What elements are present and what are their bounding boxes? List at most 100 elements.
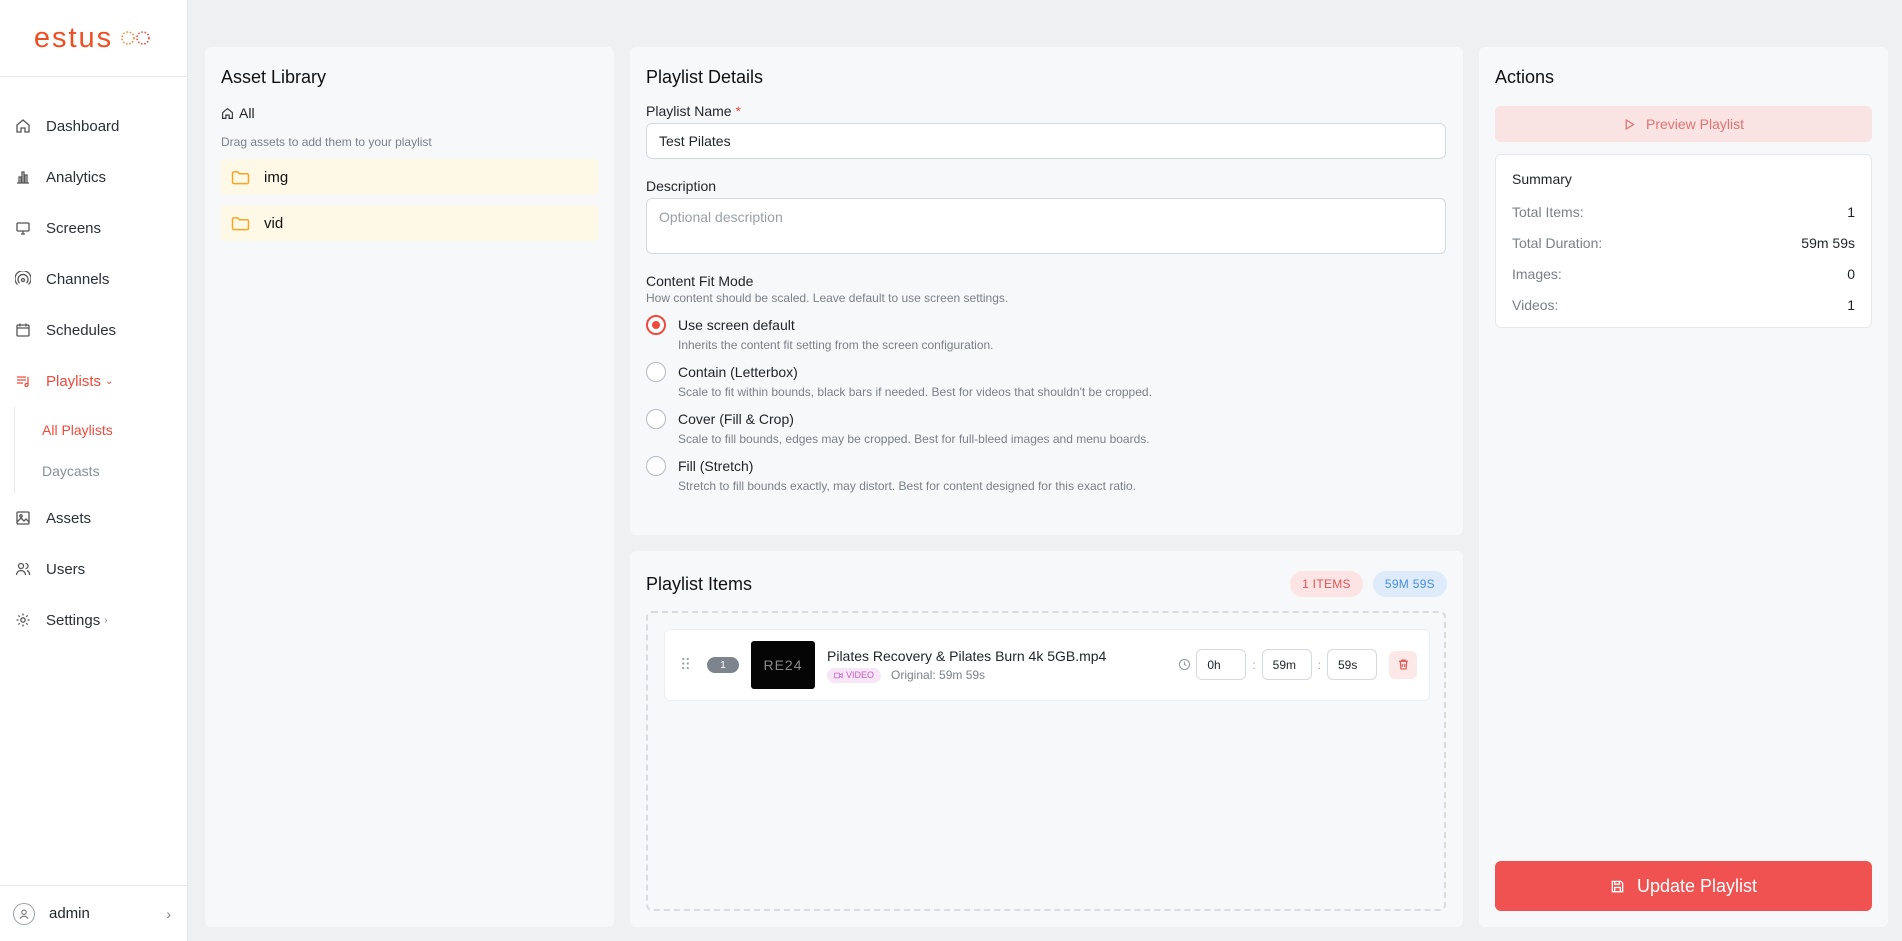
logo-mark-icon <box>121 31 150 45</box>
playlist-item-row[interactable]: 1 RE24 Pilates Recovery & Pilates Burn 4… <box>664 629 1430 701</box>
user-avatar-icon <box>13 902 35 925</box>
sidebar-item-label: Analytics <box>46 169 107 186</box>
sidebar: estus Dashboard Analytics Screens Channe… <box>0 0 188 941</box>
sidebar-item-playlists[interactable]: Playlists ⌄ <box>0 356 187 407</box>
sidebar-item-users[interactable]: Users <box>0 544 187 595</box>
playlist-icon <box>15 373 33 391</box>
summary-value: 59m 59s <box>1801 234 1855 251</box>
sidebar-item-analytics[interactable]: Analytics <box>0 152 187 203</box>
button-label: Update Playlist <box>1636 875 1758 896</box>
items-badges: 1 ITEMS 59M 59S <box>1290 571 1447 597</box>
label-text: Playlist Name <box>646 103 732 119</box>
image-icon <box>15 510 33 528</box>
preview-playlist-button[interactable]: Preview Playlist <box>1495 106 1872 142</box>
summary-row: Total Duration: 59m 59s <box>1512 227 1855 258</box>
folder-name: img <box>264 168 289 186</box>
original-duration: Original: 59m 59s <box>891 668 986 682</box>
item-meta: VIDEO Original: 59m 59s <box>827 667 1106 683</box>
items-header: Playlist Items 1 ITEMS 59M 59S <box>646 571 1447 597</box>
option-title: Contain (Letterbox) <box>678 364 798 380</box>
actions-panel: Actions Preview Playlist Summary Total I… <box>1479 47 1888 927</box>
duration-editor: 0h : 59m : 59s <box>1178 649 1417 680</box>
sidebar-item-label: Channels <box>46 271 110 288</box>
fit-option-contain[interactable]: Contain (Letterbox) Scale to fit within … <box>646 362 1447 399</box>
calendar-icon <box>15 322 33 340</box>
sidebar-item-channels[interactable]: Channels <box>0 254 187 305</box>
sidebar-item-settings[interactable]: Settings › <box>0 595 187 646</box>
logo[interactable]: estus <box>0 0 187 77</box>
save-icon <box>1611 880 1624 892</box>
option-title: Cover (Fill & Crop) <box>678 411 794 427</box>
radio-button[interactable] <box>646 456 666 476</box>
seconds-input[interactable]: 59s <box>1327 649 1377 680</box>
duration-separator: : <box>1252 657 1256 672</box>
radio-button[interactable] <box>646 315 666 335</box>
sidebar-item-assets[interactable]: Assets <box>0 493 187 544</box>
summary-key: Images: <box>1512 265 1562 282</box>
folder-item[interactable]: vid <box>221 205 598 241</box>
button-label: Preview Playlist <box>1645 116 1745 132</box>
video-icon <box>834 672 843 678</box>
option-title: Use screen default <box>678 317 795 333</box>
drag-hint: Drag assets to add them to your playlist <box>221 135 432 149</box>
sidebar-item-label: Users <box>46 561 86 578</box>
sidebar-item-label: Schedules <box>46 322 117 339</box>
panel-title: Playlist Items <box>646 573 753 594</box>
hours-input[interactable]: 0h <box>1196 649 1247 680</box>
playlist-dropzone[interactable]: 1 RE24 Pilates Recovery & Pilates Burn 4… <box>646 611 1446 911</box>
breadcrumb-label: All <box>239 105 255 121</box>
video-type-tag: VIDEO <box>827 667 882 683</box>
option-desc: Inherits the content fit setting from th… <box>678 338 994 352</box>
fit-option-fill[interactable]: Fill (Stretch) Stretch to fill bounds ex… <box>646 456 1447 493</box>
folder-name: vid <box>264 214 284 232</box>
item-info: Pilates Recovery & Pilates Burn 4k 5GB.m… <box>827 648 1106 683</box>
panel-title: Actions <box>1495 67 1555 87</box>
panel-title: Asset Library <box>221 67 327 87</box>
drag-handle-icon[interactable] <box>681 656 695 674</box>
playlist-items-panel: Playlist Items 1 ITEMS 59M 59S 1 RE24 Pi… <box>630 551 1463 927</box>
summary-value: 1 <box>1847 203 1855 220</box>
bar-chart-icon <box>15 169 33 187</box>
chevron-right-icon: › <box>166 905 171 922</box>
folder-icon <box>231 170 251 185</box>
content-fit-hint: How content should be scaled. Leave defa… <box>646 291 1009 305</box>
radio-button[interactable] <box>646 362 666 382</box>
option-desc: Stretch to fill bounds exactly, may dist… <box>678 479 1136 493</box>
video-thumbnail: RE24 <box>751 641 815 689</box>
playlist-name-input[interactable]: Test Pilates <box>646 123 1446 159</box>
home-icon <box>15 118 33 136</box>
summary-row: Total Items: 1 <box>1512 196 1855 227</box>
folder-item[interactable]: img <box>221 159 598 195</box>
playlist-name-label: Playlist Name * <box>646 103 1447 119</box>
subnav-item-all-playlists[interactable]: All Playlists <box>1 409 187 450</box>
summary-row: Images: 0 <box>1512 258 1855 289</box>
item-index-badge: 1 <box>707 657 739 673</box>
sidebar-item-dashboard[interactable]: Dashboard <box>0 101 187 152</box>
sidebar-nav: Dashboard Analytics Screens Channels Sch… <box>0 77 187 646</box>
update-playlist-button[interactable]: Update Playlist <box>1495 861 1872 911</box>
logo-text: estus <box>33 21 114 54</box>
fit-option-cover[interactable]: Cover (Fill & Crop) Scale to fill bounds… <box>646 409 1447 446</box>
minutes-input[interactable]: 59m <box>1261 649 1312 680</box>
monitor-icon <box>15 220 33 238</box>
description-input[interactable] <box>646 198 1446 254</box>
duration-badge: 59M 59S <box>1372 571 1447 597</box>
chevron-down-icon: ⌄ <box>105 376 114 387</box>
summary-key: Videos: <box>1512 296 1559 313</box>
content-fit-label: Content Fit Mode <box>646 273 754 289</box>
description-label: Description <box>646 178 717 194</box>
fit-option-screen-default[interactable]: Use screen default Inherits the content … <box>646 315 1447 352</box>
sidebar-item-label: Screens <box>46 220 102 237</box>
delete-item-button[interactable] <box>1389 650 1417 679</box>
breadcrumb[interactable]: All <box>221 105 598 121</box>
radio-button[interactable] <box>646 409 666 429</box>
user-menu[interactable]: admin › <box>0 885 187 941</box>
sidebar-item-screens[interactable]: Screens <box>0 203 187 254</box>
option-title: Fill (Stretch) <box>678 458 754 474</box>
subnav-item-daycasts[interactable]: Daycasts <box>1 450 187 491</box>
sidebar-item-label: Settings <box>46 612 101 629</box>
gear-icon <box>15 612 33 630</box>
sidebar-item-schedules[interactable]: Schedules <box>0 305 187 356</box>
asset-library-panel: Asset Library All Drag assets to add the… <box>205 47 614 927</box>
broadcast-icon <box>15 270 33 289</box>
